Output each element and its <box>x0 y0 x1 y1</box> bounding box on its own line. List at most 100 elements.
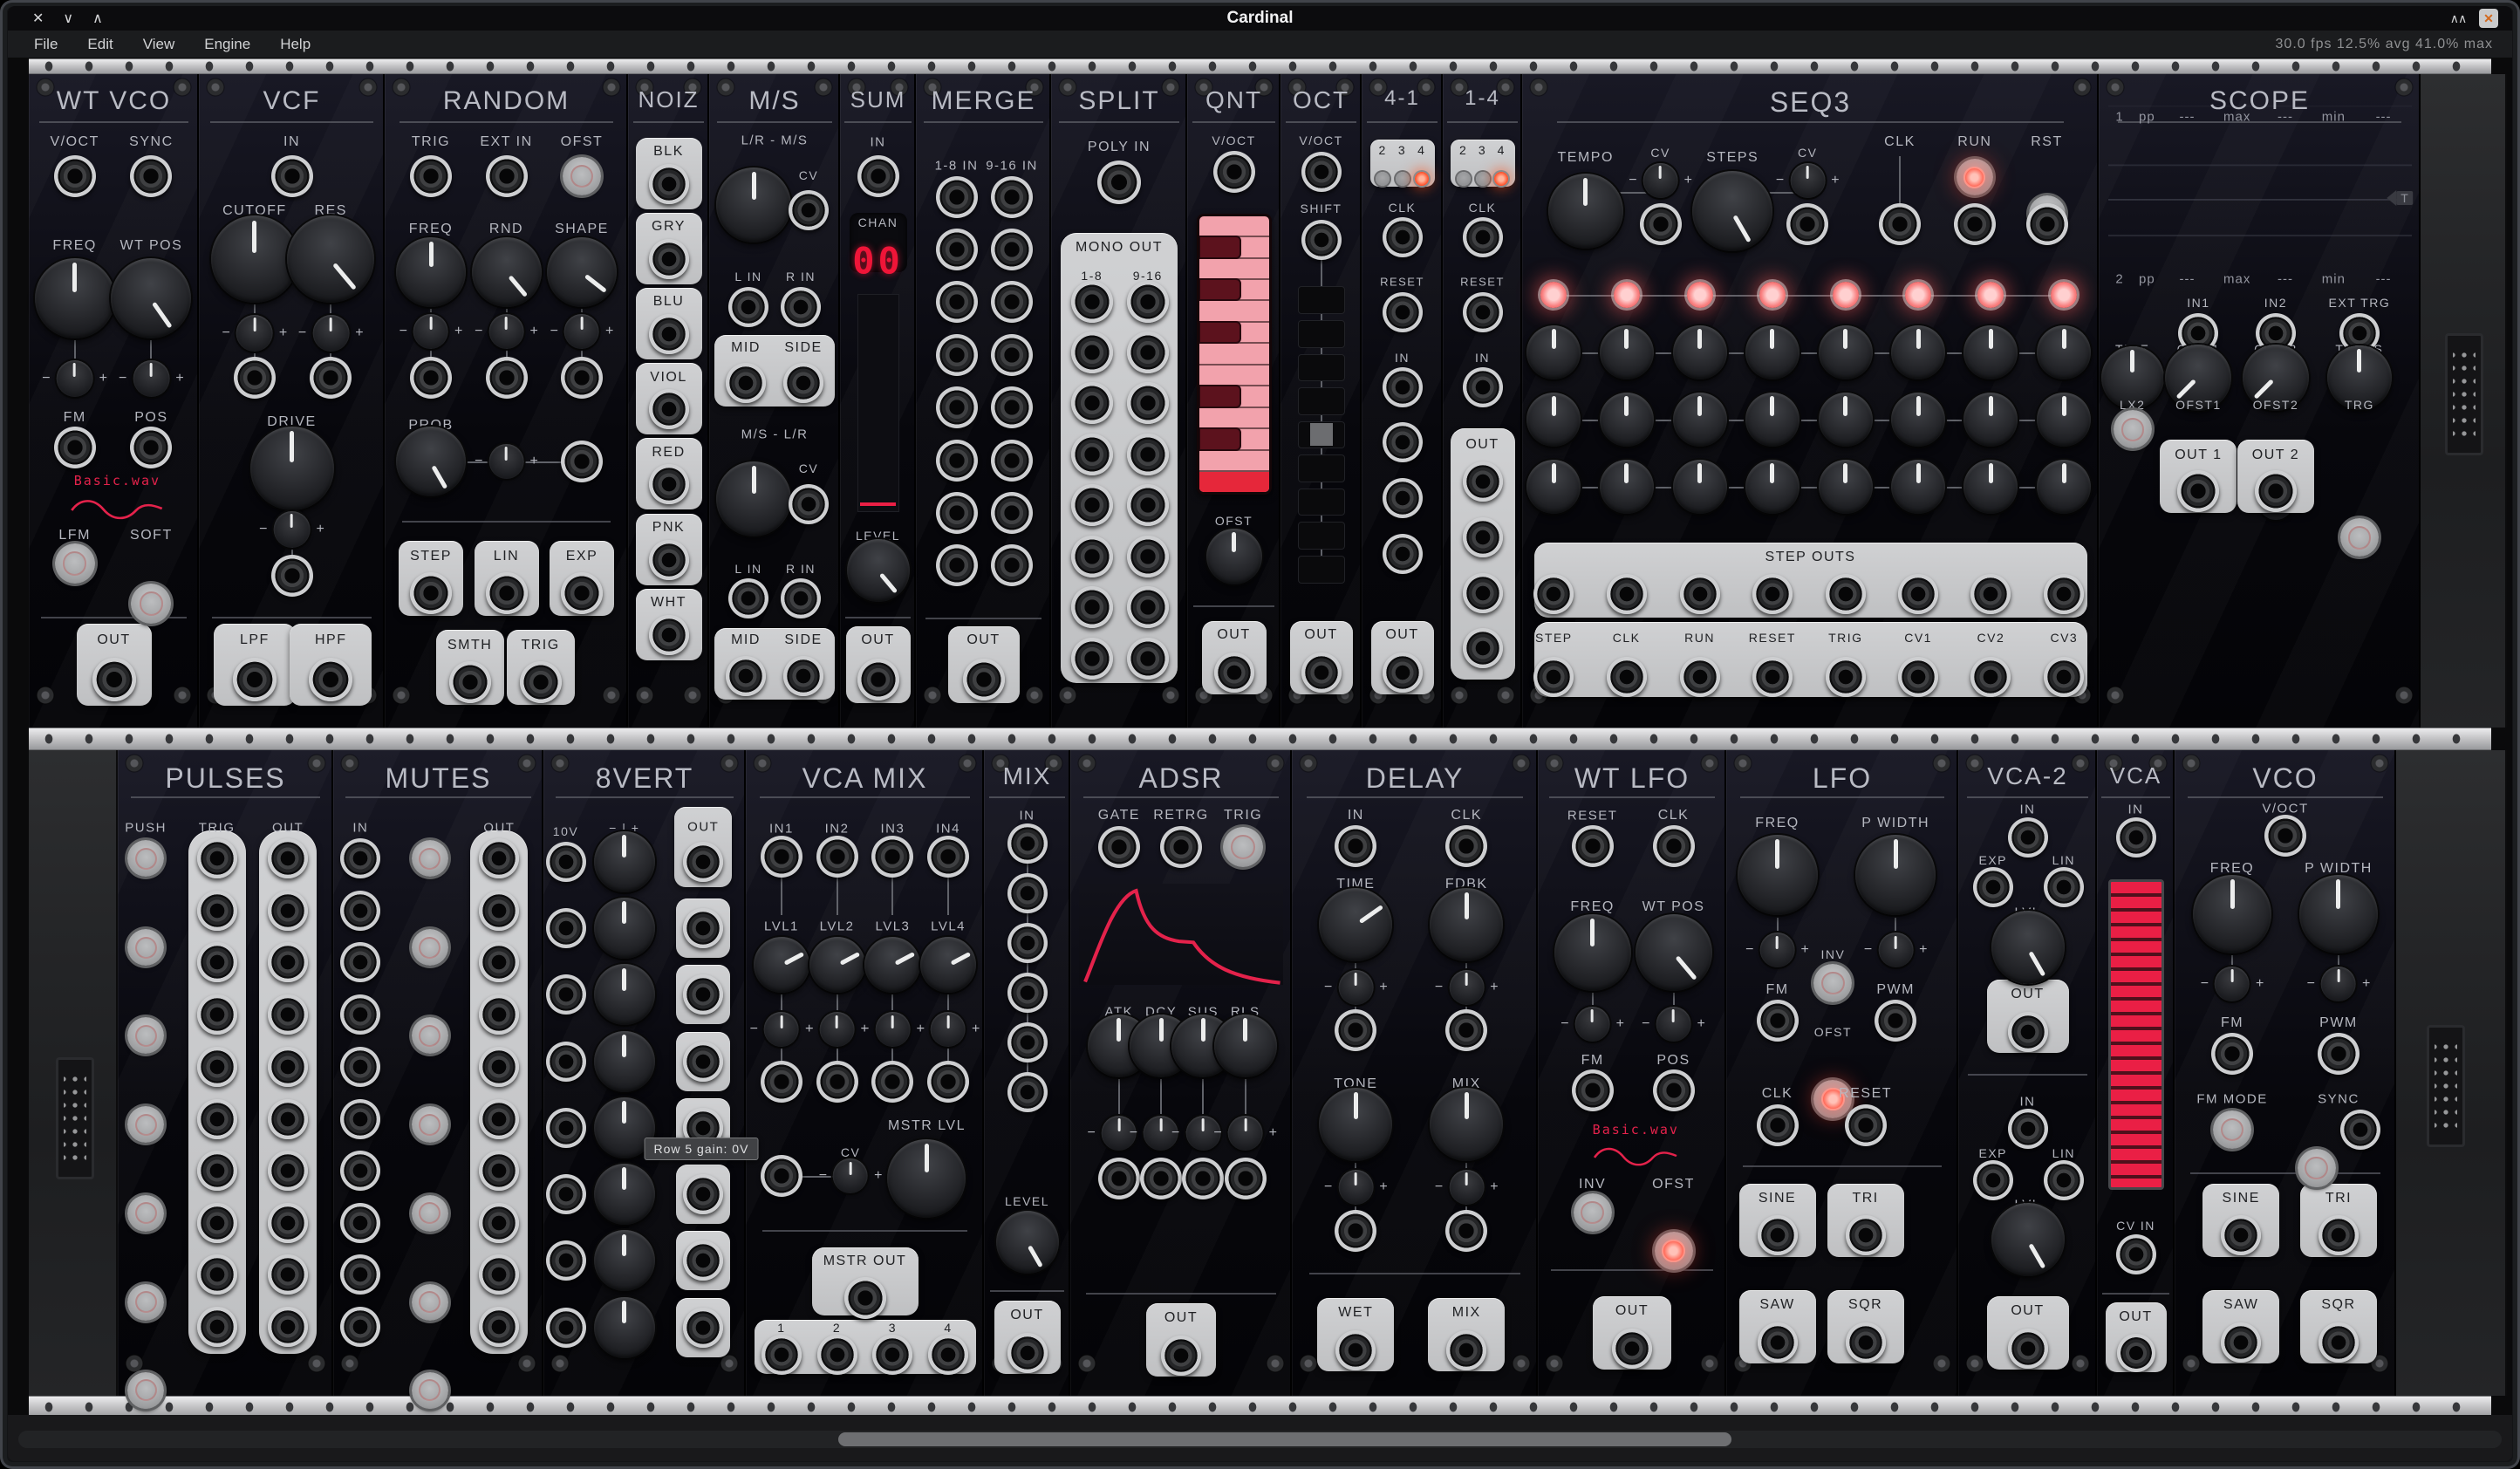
wht-out-jack[interactable] <box>649 615 689 655</box>
gain-1-knob[interactable] <box>594 831 655 892</box>
in-4-jack[interactable] <box>1007 973 1048 1013</box>
rls-cv-jack[interactable] <box>1225 1158 1267 1199</box>
cutoff-cv-jack[interactable] <box>234 357 276 399</box>
h-scrollbar-thumb[interactable] <box>838 1432 1732 1446</box>
voct-jack[interactable] <box>2264 815 2306 857</box>
exp2-jack[interactable] <box>1973 1160 2013 1200</box>
freq-cv-trim[interactable]: −+ <box>400 314 463 349</box>
out-2-jack[interactable] <box>683 908 723 948</box>
fm-jack[interactable] <box>1757 1000 1799 1042</box>
in-7-jack[interactable] <box>546 1240 586 1281</box>
cv1-s2-knob[interactable] <box>1600 325 1654 379</box>
out-4-jack[interactable] <box>479 994 519 1035</box>
poly-in-jack[interactable] <box>1097 161 1141 204</box>
in-6-jack[interactable] <box>340 1099 380 1139</box>
in-jack[interactable] <box>857 155 899 197</box>
voct-jack[interactable] <box>54 155 96 197</box>
shift-jack[interactable] <box>1301 220 1342 260</box>
blu-out-jack[interactable] <box>649 314 689 354</box>
in-3-jack[interactable] <box>1007 923 1048 963</box>
out-10-jack[interactable] <box>479 1307 519 1347</box>
mstr-out-jack[interactable] <box>844 1277 886 1319</box>
ch2-out-jack[interactable] <box>817 1335 857 1375</box>
out-9-jack[interactable] <box>1127 281 1169 323</box>
exp-out-jack[interactable] <box>561 572 603 614</box>
in-5-jack[interactable] <box>1007 1022 1048 1062</box>
cv2-out-jack[interactable] <box>1970 657 2011 697</box>
dcy-cv-jack[interactable] <box>1140 1158 1182 1199</box>
out-7-jack[interactable] <box>479 1151 519 1191</box>
menu-help[interactable]: Help <box>280 36 311 53</box>
mix-knob[interactable] <box>1430 1088 1503 1161</box>
cv2-s5-knob[interactable] <box>1819 393 1873 447</box>
in-5-jack[interactable] <box>936 386 978 428</box>
lin2-jack[interactable] <box>2044 1160 2084 1200</box>
out1-jack[interactable] <box>2177 470 2219 512</box>
wtpos-knob[interactable] <box>1636 914 1712 991</box>
pwidth-knob[interactable] <box>1855 835 1936 915</box>
in2-jack[interactable] <box>2008 1109 2048 1149</box>
in-10-jack[interactable] <box>340 1307 380 1347</box>
r-in-2-jack[interactable] <box>781 578 821 618</box>
cv2-trim[interactable]: −+ <box>805 1012 869 1047</box>
ch1-out-jack[interactable] <box>761 1335 802 1375</box>
reset-jack[interactable] <box>1463 292 1503 332</box>
soft-button[interactable] <box>131 584 171 624</box>
in-4-jack[interactable] <box>340 994 380 1035</box>
sync-button[interactable] <box>2298 1149 2336 1187</box>
reset-jack[interactable] <box>1572 825 1614 867</box>
clk-jack[interactable] <box>1653 825 1695 867</box>
run-out-jack[interactable] <box>1680 657 1720 697</box>
cv-in-jack[interactable] <box>2116 1234 2156 1274</box>
cv4-trim[interactable]: −+ <box>917 1012 980 1047</box>
pos-jack[interactable] <box>1653 1069 1695 1111</box>
out-2-jack[interactable] <box>268 891 308 931</box>
lvl4-knob[interactable] <box>920 937 976 993</box>
gain-2-knob[interactable] <box>594 898 655 959</box>
poly-out-jack[interactable] <box>963 659 1005 700</box>
out-jack[interactable] <box>92 658 136 701</box>
in-1-jack[interactable] <box>546 842 586 882</box>
pwm-jack[interactable] <box>1875 1000 1916 1042</box>
trig-3-jack[interactable] <box>197 942 237 982</box>
cv4-jack[interactable] <box>927 1061 969 1103</box>
push-4-button[interactable] <box>127 1106 164 1143</box>
fdbk-cv-jack[interactable] <box>1445 1009 1487 1051</box>
mute-6-button[interactable] <box>412 1284 448 1321</box>
prob-knob[interactable] <box>396 427 466 496</box>
out-1-jack[interactable] <box>268 838 308 878</box>
res-cv-jack[interactable] <box>310 357 352 399</box>
cv2-s3-knob[interactable] <box>1673 393 1727 447</box>
out-6-jack[interactable] <box>268 1099 308 1139</box>
trig-10-jack[interactable] <box>197 1307 237 1347</box>
in-1-jack[interactable] <box>936 176 978 218</box>
sync-jack[interactable] <box>130 155 172 197</box>
gain-3-knob[interactable] <box>594 964 655 1025</box>
rnd-cv-trim[interactable]: −+ <box>475 314 538 349</box>
out-7-jack[interactable] <box>683 1240 723 1281</box>
drive-cv-trim[interactable]: −+ <box>259 511 324 548</box>
run-button[interactable] <box>1957 159 1993 195</box>
cv3-s6-knob[interactable] <box>1891 460 1945 514</box>
pwm-jack[interactable] <box>2318 1033 2360 1075</box>
in-jack[interactable] <box>2116 817 2156 857</box>
gain-6-knob[interactable] <box>594 1164 655 1225</box>
cv3-s7-knob[interactable] <box>1963 460 2018 514</box>
in-1-jack[interactable] <box>1007 823 1048 864</box>
fm-trim[interactable]: −+ <box>2201 967 2264 1001</box>
in-9-jack[interactable] <box>991 176 1033 218</box>
prob-cv-trim[interactable]: −+ <box>475 444 538 479</box>
exp1-jack[interactable] <box>1973 867 2013 907</box>
rls-knob[interactable] <box>1214 1015 1277 1077</box>
in3-jack[interactable] <box>871 836 913 878</box>
sine-out-jack[interactable] <box>2221 1215 2261 1255</box>
out-15-jack[interactable] <box>1127 586 1169 628</box>
inv-button[interactable] <box>1574 1193 1612 1232</box>
sqr-out-jack[interactable] <box>2319 1322 2359 1363</box>
in-6-jack[interactable] <box>546 1174 586 1214</box>
out-jack[interactable] <box>1214 653 1254 693</box>
fm-jack[interactable] <box>2211 1033 2253 1075</box>
cv3-trim[interactable]: −+ <box>861 1012 925 1047</box>
push-2-button[interactable] <box>127 929 164 966</box>
cv2-s2-knob[interactable] <box>1600 393 1654 447</box>
